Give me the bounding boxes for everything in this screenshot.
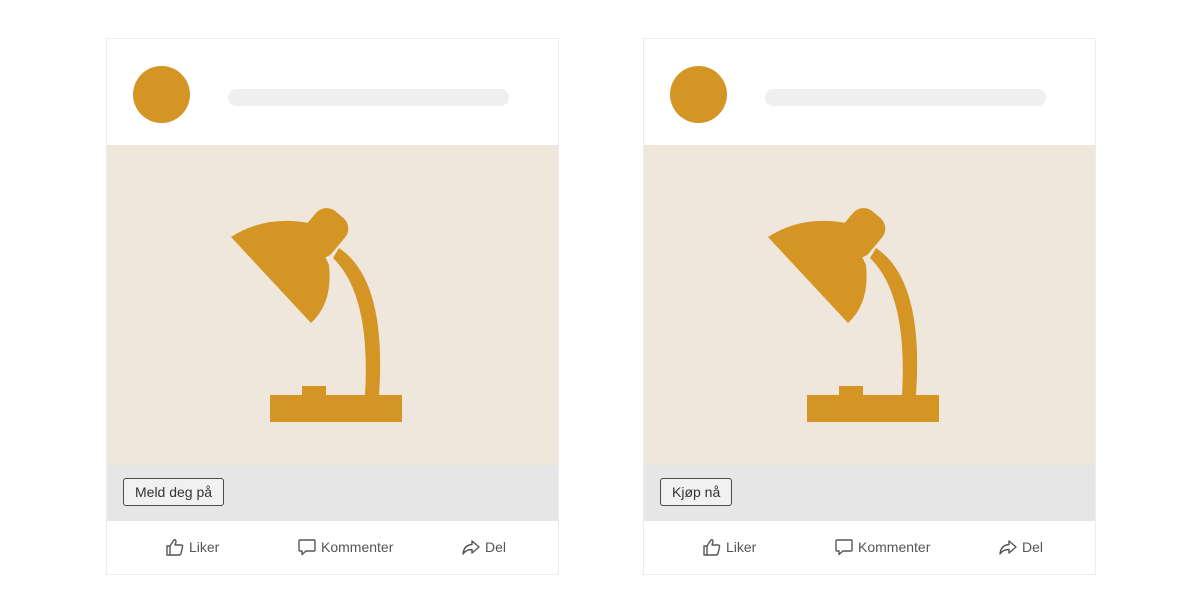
comment-label: Kommenter (858, 539, 931, 555)
post-actions: Liker Kommenter Del (644, 521, 1095, 574)
buy-now-button[interactable]: Kjøp nå (660, 478, 733, 506)
avatar[interactable] (670, 66, 727, 123)
share-button[interactable]: Del (461, 537, 506, 557)
author-name-placeholder (765, 89, 1046, 106)
cta-strip: Kjøp nå (644, 465, 1095, 521)
share-arrow-icon (998, 537, 1018, 557)
post-card: Meld deg på Liker Kommenter Del (106, 38, 559, 575)
share-label: Del (485, 539, 507, 555)
post-actions: Liker Kommenter Del (107, 521, 558, 574)
share-label: Del (1022, 539, 1044, 555)
signup-button[interactable]: Meld deg på (123, 478, 225, 506)
comment-icon (297, 537, 317, 557)
like-label: Liker (189, 539, 220, 555)
like-button[interactable]: Liker (702, 537, 756, 557)
post-image[interactable] (644, 145, 1095, 465)
like-button[interactable]: Liker (165, 537, 219, 557)
share-arrow-icon (461, 537, 481, 557)
thumbs-up-icon (165, 537, 185, 557)
comment-button[interactable]: Kommenter (297, 537, 393, 557)
cta-strip: Meld deg på (107, 465, 558, 521)
comment-icon (834, 537, 854, 557)
avatar[interactable] (133, 66, 190, 123)
comment-label: Kommenter (321, 539, 394, 555)
comment-button[interactable]: Kommenter (834, 537, 930, 557)
post-image[interactable] (107, 145, 558, 465)
desk-lamp-icon (231, 208, 402, 422)
like-label: Liker (726, 539, 757, 555)
share-button[interactable]: Del (998, 537, 1043, 557)
post-card: Kjøp nå Liker Kommenter Del (643, 38, 1096, 575)
author-name-placeholder (228, 89, 509, 106)
thumbs-up-icon (702, 537, 722, 557)
desk-lamp-icon (768, 208, 939, 422)
